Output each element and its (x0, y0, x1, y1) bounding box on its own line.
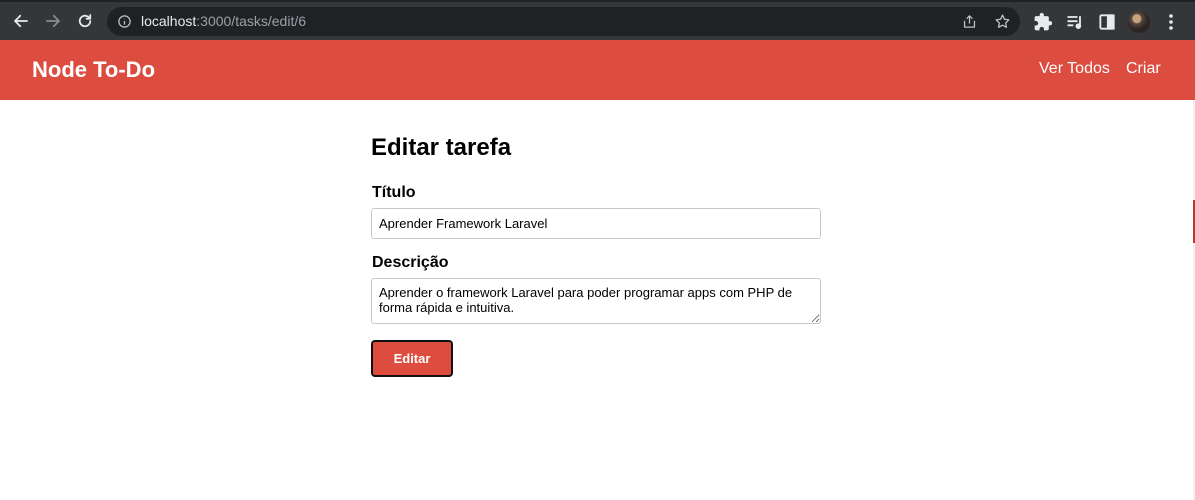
forward-icon[interactable] (42, 10, 64, 32)
star-icon[interactable] (994, 13, 1011, 30)
menu-icon[interactable] (1163, 13, 1179, 31)
description-label: Descrição (372, 254, 449, 271)
url-path: :3000/tasks/edit/6 (196, 13, 307, 29)
nav-link-ver-todos[interactable]: Ver Todos (1039, 60, 1110, 78)
share-icon[interactable] (961, 13, 978, 30)
info-icon[interactable] (117, 14, 132, 29)
reload-icon[interactable] (74, 10, 96, 32)
navbar: Node To-Do Ver Todos Criar (0, 40, 1193, 100)
url-host: localhost (141, 13, 197, 29)
extensions-icon[interactable] (1033, 12, 1053, 32)
browser-toolbar: localhost:3000/tasks/edit/6 (0, 0, 1195, 40)
back-icon[interactable] (10, 10, 32, 32)
title-label: Título (372, 184, 416, 201)
title-input[interactable] (371, 208, 821, 239)
media-control-icon[interactable] (1065, 12, 1085, 32)
url-text: localhost:3000/tasks/edit/6 (141, 13, 306, 29)
nav-link-criar[interactable]: Criar (1126, 60, 1161, 78)
page-title: Editar tarefa (371, 134, 512, 161)
brand-link[interactable]: Node To-Do (32, 57, 155, 83)
address-bar[interactable]: localhost:3000/tasks/edit/6 (107, 7, 1020, 36)
profile-avatar[interactable] (1128, 11, 1150, 33)
description-textarea[interactable]: Aprender o framework Laravel para poder … (371, 278, 821, 324)
edit-submit-button[interactable]: Editar (371, 340, 453, 377)
side-panel-icon[interactable] (1097, 12, 1117, 32)
